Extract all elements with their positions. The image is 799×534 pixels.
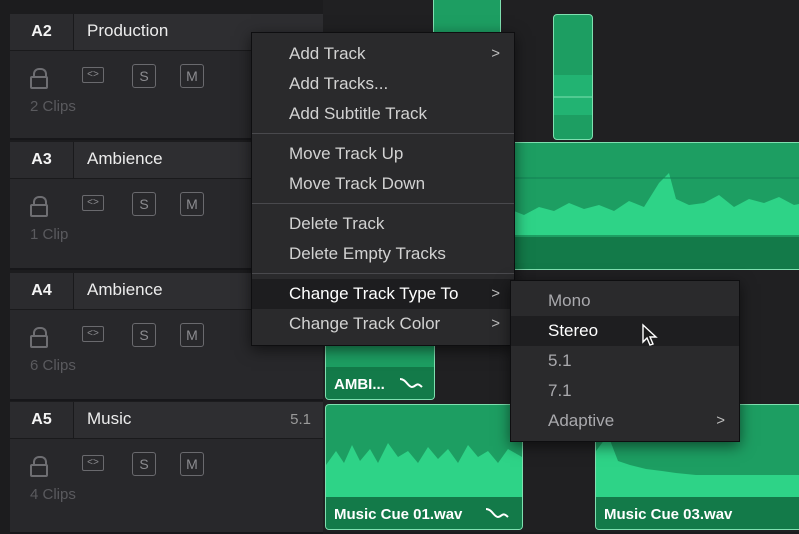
clip-count: 2 Clips xyxy=(30,98,76,115)
menu-item-change-track-type[interactable]: Change Track Type To > xyxy=(252,279,514,309)
track-name[interactable]: Ambience xyxy=(87,142,163,178)
clip-a3-ambience[interactable]: av xyxy=(493,142,799,270)
submenu-item-stereo[interactable]: Stereo xyxy=(511,316,739,346)
mute-button[interactable]: M xyxy=(180,64,204,88)
clip-music-cue-01[interactable]: Music Cue 01.wav xyxy=(325,404,523,530)
chevron-right-icon: > xyxy=(491,45,500,62)
track-id: A2 xyxy=(10,14,74,50)
code-icon[interactable]: <> xyxy=(82,326,104,342)
menu-item-move-track-up[interactable]: Move Track Up xyxy=(252,139,514,169)
solo-button[interactable]: S xyxy=(132,323,156,347)
submenu-item-5-1[interactable]: 5.1 xyxy=(511,346,739,376)
menu-item-add-subtitle-track[interactable]: Add Subtitle Track xyxy=(252,99,514,129)
mute-button[interactable]: M xyxy=(180,192,204,216)
track-title-row: A5 Music 5.1 xyxy=(10,402,323,439)
track-header-a5[interactable]: A5 Music 5.1 <> S M 4 Clips xyxy=(10,402,323,534)
code-icon[interactable]: <> xyxy=(82,67,104,83)
mute-button[interactable]: M xyxy=(180,323,204,347)
solo-button[interactable]: S xyxy=(132,452,156,476)
clip-label-bar xyxy=(494,237,799,269)
lock-icon[interactable] xyxy=(30,196,48,217)
lock-icon[interactable] xyxy=(30,327,48,348)
track-type: 5.1 xyxy=(290,411,311,428)
menu-item-delete-empty-tracks[interactable]: Delete Empty Tracks xyxy=(252,239,514,269)
clip-name: Music Cue 03.wav xyxy=(604,506,733,523)
menu-item-add-track[interactable]: Add Track > xyxy=(252,39,514,69)
fade-curve-icon xyxy=(485,508,509,519)
clip-count: 4 Clips xyxy=(30,486,76,503)
fairlight-timeline: av AMBI... Music Cue 01.wav Music Cue 03… xyxy=(0,0,799,534)
submenu-item-mono[interactable]: Mono xyxy=(511,286,739,316)
clip-a2-1[interactable] xyxy=(433,0,501,36)
menu-separator xyxy=(252,133,514,134)
submenu-item-7-1[interactable]: 7.1 xyxy=(511,376,739,406)
track-name[interactable]: Production xyxy=(87,14,168,50)
submenu-item-adaptive[interactable]: Adaptive > xyxy=(511,406,739,436)
track-id: A3 xyxy=(10,142,74,178)
clip-count: 1 Clip xyxy=(30,226,69,243)
code-icon[interactable]: <> xyxy=(82,195,104,211)
clip-name: Music Cue 01.wav xyxy=(334,506,463,523)
solo-button[interactable]: S xyxy=(132,192,156,216)
track-name[interactable]: Ambience xyxy=(87,273,163,309)
menu-item-add-tracks[interactable]: Add Tracks... xyxy=(252,69,514,99)
clip-count: 6 Clips xyxy=(30,357,76,374)
track-type-submenu: Mono Stereo 5.1 7.1 Adaptive > xyxy=(510,280,740,442)
track-id: A5 xyxy=(10,402,74,438)
solo-button[interactable]: S xyxy=(132,64,156,88)
clip-a2-2[interactable] xyxy=(553,14,593,140)
mute-button[interactable]: M xyxy=(180,452,204,476)
mouse-cursor-icon xyxy=(642,323,658,346)
track-name[interactable]: Music xyxy=(87,402,131,438)
code-icon[interactable]: <> xyxy=(82,455,104,471)
chevron-right-icon: > xyxy=(491,315,500,332)
lock-icon[interactable] xyxy=(30,456,48,477)
menu-separator xyxy=(252,273,514,274)
clip-name: AMBI... xyxy=(334,376,385,393)
fade-curve-icon xyxy=(399,378,423,389)
chevron-right-icon: > xyxy=(716,412,725,429)
track-id: A4 xyxy=(10,273,74,309)
chevron-right-icon: > xyxy=(491,285,500,302)
track-context-menu: Add Track > Add Tracks... Add Subtitle Tr… xyxy=(251,32,515,346)
lock-icon[interactable] xyxy=(30,68,48,89)
menu-item-move-track-down[interactable]: Move Track Down xyxy=(252,169,514,199)
menu-item-delete-track[interactable]: Delete Track xyxy=(252,209,514,239)
menu-separator xyxy=(252,203,514,204)
menu-item-change-track-color[interactable]: Change Track Color > xyxy=(252,309,514,339)
